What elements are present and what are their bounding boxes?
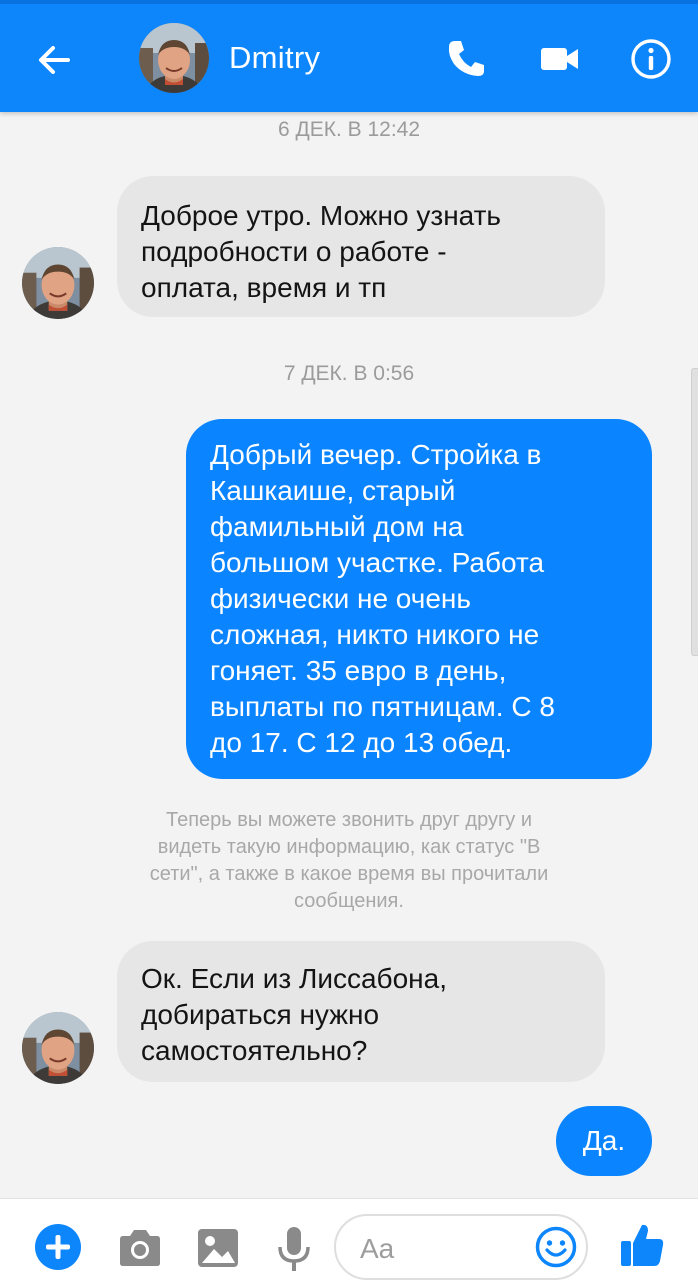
video-camera-icon [541,48,578,70]
user-avatar-icon [22,1012,94,1084]
scrollbar[interactable] [691,368,698,656]
plus-circle-icon [35,1224,81,1270]
sender-avatar[interactable] [22,1012,94,1084]
video-call-button[interactable] [537,36,583,82]
emoji-button[interactable] [534,1225,578,1269]
message-input[interactable] [358,1230,522,1268]
user-avatar-icon [139,23,209,93]
thumbs-up-icon [621,1224,664,1266]
image-icon [198,1229,238,1267]
message-timestamp: 6 ДЕК. В 12:42 [277,118,421,141]
status-strip [0,0,698,4]
message-line: Доброе утро. Можно узнать [141,200,502,231]
more-actions-button[interactable] [34,1223,82,1271]
notice-line: видеть такую информацию, как статус "В [157,836,541,858]
camera-icon [120,1230,160,1266]
message-line: Добрый вечер. Стройка в [210,439,542,470]
incoming-message[interactable]: Доброе утро. Можно узнать подробности о … [117,176,605,317]
camera-button[interactable] [116,1225,164,1273]
outgoing-message[interactable]: Добрый вечер. Стройка в Кашкаише, старый… [186,419,652,779]
contact-name[interactable]: Dmitry [229,40,320,76]
gallery-button[interactable] [194,1225,242,1273]
like-button[interactable] [618,1221,666,1269]
message-line: подробности о работе - [141,236,447,267]
phone-icon [448,41,484,76]
message-line: сложная, никто никого не [210,619,540,650]
message-line: самостоятельно? [141,1035,368,1066]
back-button[interactable] [30,36,78,84]
message-line: добираться нужно [141,999,380,1030]
notice-line: Теперь вы можете звонить друг другу и [166,809,532,831]
message-input-box[interactable] [334,1214,588,1280]
voice-call-button[interactable] [443,36,489,82]
message-line: большом участке. Работа [210,547,545,578]
conversation-info-button[interactable] [628,36,674,82]
sender-avatar[interactable] [22,247,94,319]
message-line: выплаты по пятницам. С 8 [210,691,555,722]
notice-line: сети", а также в какое время вы прочитал… [149,863,549,885]
smiley-icon [535,1226,577,1268]
message-line: физически не очень [210,583,471,614]
notice-line: сообщения. [294,890,404,912]
user-avatar-icon [22,247,94,319]
contact-avatar[interactable] [139,23,209,93]
message-line: оплата, время и тп [141,272,387,303]
message-timestamp: 7 ДЕК. В 0:56 [283,362,415,385]
message-line: фамильный дом на [210,511,464,542]
message-line: гоняет. 35 евро в день, [210,655,507,686]
voice-message-button[interactable] [270,1225,318,1273]
message-line: Кашкаише, старый [210,475,456,506]
message-line: Ок. Если из Лиссабона, [141,963,447,994]
microphone-icon [278,1227,310,1271]
arrow-left-icon [39,46,70,74]
incoming-message[interactable]: Ок. Если из Лиссабона, добираться нужно … [117,941,605,1082]
outgoing-message[interactable]: Да. [556,1106,652,1176]
system-notice: Теперь вы можете звонить друг другу и ви… [100,807,598,915]
message-composer [0,1198,698,1281]
info-icon [631,39,671,79]
message-line: до 17. С 12 до 13 обед. [210,727,513,758]
chat-header: Dmitry [0,0,698,112]
